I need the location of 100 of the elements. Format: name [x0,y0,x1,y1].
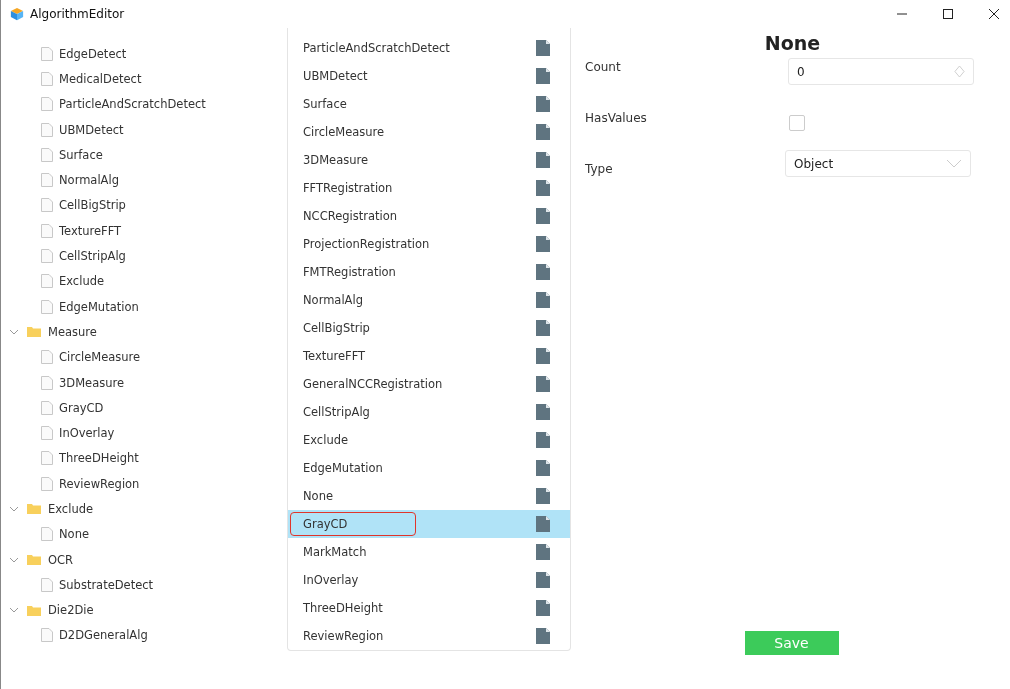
tree-item[interactable]: None [59,527,89,542]
tree-item[interactable]: Exclude [59,274,105,289]
document-icon[interactable] [536,628,550,644]
tree-item[interactable]: UBMDetect [59,122,124,137]
list-item[interactable]: FFTRegistration [288,174,570,202]
list-item[interactable]: Surface [288,90,570,118]
file-icon [41,375,53,390]
maximize-icon[interactable] [942,8,954,20]
list-item[interactable]: EdgeMutation [288,454,570,482]
folder-icon [27,326,41,338]
document-icon[interactable] [536,320,550,336]
file-icon [41,249,53,263]
file-icon [41,400,53,415]
tree-folder[interactable]: Die2Die [48,603,94,618]
file-icon [41,71,53,86]
type-dropdown[interactable]: Object [785,150,971,177]
tree-item[interactable]: ThreeDHeight [59,451,139,466]
folder-icon [27,503,41,515]
document-icon[interactable] [536,180,550,196]
document-icon[interactable] [536,376,550,392]
list-item[interactable]: NCCRegistration [288,202,570,230]
document-icon[interactable] [536,348,550,364]
properties-title: None [763,32,822,54]
file-icon [41,628,53,643]
list-item[interactable]: MarkMatch [288,538,570,566]
tree-item[interactable]: MedicalDetect [59,71,142,86]
document-icon[interactable] [536,292,550,308]
tree-item[interactable]: 3DMeasure [59,375,125,390]
tree-item[interactable]: InOverlay [59,426,115,441]
list-item[interactable]: GrayCD [288,510,570,538]
list-item[interactable]: None [288,482,570,510]
checkbox[interactable] [789,115,805,131]
tree-item[interactable]: CircleMeasure [59,350,141,365]
document-icon[interactable] [536,404,550,420]
file-icon [41,577,53,592]
number-field[interactable]: 0 [788,58,974,85]
window-title: AlgorithmEditor [30,7,125,21]
tree-item[interactable]: CellBigStrip [59,198,126,213]
field-label: Count [585,59,622,76]
document-icon[interactable] [536,600,550,616]
folder-icon [27,604,41,616]
list-item[interactable]: NormalAlg [288,286,570,314]
tree-item[interactable]: SubstrateDetect [59,577,154,592]
list-item[interactable]: ProjectionRegistration [288,230,570,258]
document-icon[interactable] [536,236,550,252]
document-icon[interactable] [536,96,550,112]
file-icon [41,299,53,314]
document-icon[interactable] [536,432,550,448]
file-icon [41,46,53,61]
tree-item[interactable]: NormalAlg [59,173,119,188]
document-icon[interactable] [536,124,550,140]
tree-item[interactable]: EdgeDetect [59,46,127,61]
list-item[interactable]: CircleMeasure [288,118,570,146]
tree-item[interactable]: CellStripAlg [59,249,126,263]
list-item[interactable]: ReviewRegion [288,622,570,650]
document-icon[interactable] [536,152,550,168]
tree-item[interactable]: TextureFFT [59,223,122,238]
document-icon[interactable] [536,544,550,560]
document-icon[interactable] [536,68,550,84]
file-icon [41,147,53,162]
list-item[interactable]: ThreeDHeight [288,594,570,622]
tree-folder[interactable]: OCR [48,552,74,567]
chevron-down-icon[interactable] [9,504,19,514]
document-icon[interactable] [536,460,550,476]
document-icon[interactable] [536,516,550,532]
list-item[interactable]: 3DMeasure [288,146,570,174]
file-icon [41,350,53,365]
list-item[interactable]: TextureFFT [288,342,570,370]
file-icon [41,426,53,441]
document-icon[interactable] [536,208,550,224]
field-label: HasValues [585,110,648,127]
list-item[interactable]: UBMDetect [288,62,570,90]
list-item[interactable]: GeneralNCCRegistration [288,370,570,398]
document-icon[interactable] [536,488,550,504]
list-item[interactable]: InOverlay [288,566,570,594]
list-item[interactable]: FMTRegistration [288,258,570,286]
file-icon [41,451,53,466]
tree-item[interactable]: GrayCD [59,400,104,415]
list-item[interactable]: CellStripAlg [288,398,570,426]
file-icon [41,223,53,238]
tree-folder[interactable]: Measure [48,324,97,339]
list-item[interactable]: CellBigStrip [288,314,570,342]
tree-folder[interactable]: Exclude [48,502,94,516]
field-label: Type [585,161,614,178]
tree-item[interactable]: ReviewRegion [59,476,140,491]
list-item[interactable]: ParticleAndScratchDetect [288,34,570,62]
chevron-down-icon [946,159,962,168]
list-item[interactable]: Exclude [288,426,570,454]
tree-item[interactable]: ParticleAndScratchDetect [59,97,206,112]
file-icon [41,198,53,213]
tree-item[interactable]: EdgeMutation [59,299,139,314]
file-icon [41,274,53,289]
tree-item[interactable]: D2DGeneralAlg [59,628,148,643]
file-icon [41,173,53,188]
document-icon[interactable] [536,572,550,588]
document-icon[interactable] [536,264,550,280]
tree-item[interactable]: Surface [59,147,103,162]
document-icon[interactable] [536,40,550,56]
close-icon[interactable] [988,8,1000,20]
file-icon [41,527,53,542]
